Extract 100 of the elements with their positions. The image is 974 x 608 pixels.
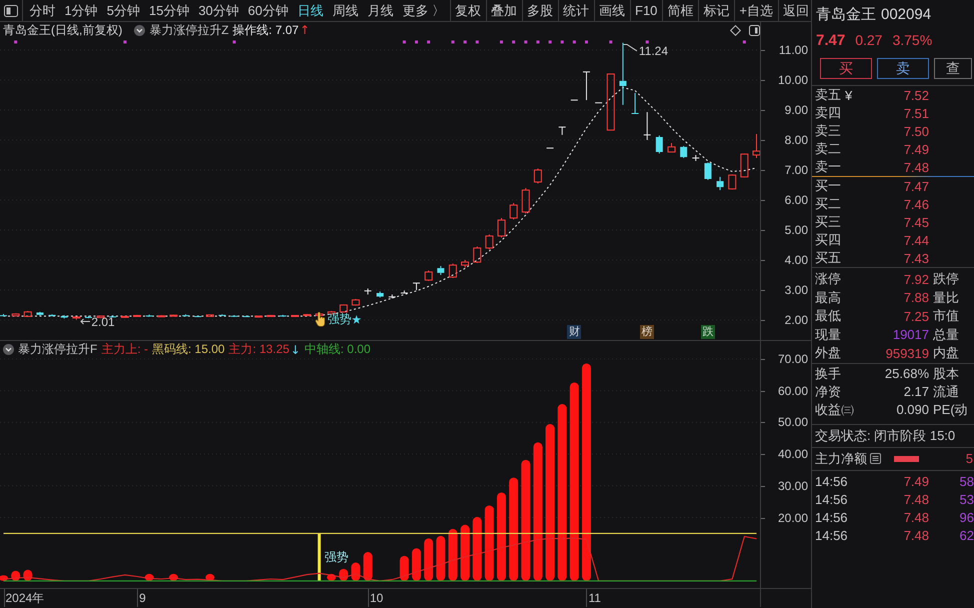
period-tab[interactable]: 日线 — [292, 0, 328, 21]
tick-time: 14:56 — [815, 474, 849, 489]
period-tab[interactable]: 5分钟 — [102, 0, 144, 21]
stat-value: 0.090 — [895, 402, 930, 417]
indicator-axis-label: 50.00 — [778, 415, 808, 430]
indicator-bar — [424, 538, 434, 581]
stat-label: PE(动 — [932, 400, 969, 418]
tick-price: 7.48 — [902, 510, 930, 525]
buy-button[interactable]: 买 — [820, 58, 872, 79]
bid-price: 7.43 — [902, 250, 930, 266]
period-tab[interactable]: 1分钟 — [60, 0, 102, 21]
ask-price: 7.49 — [902, 142, 930, 156]
tick-price: 7.48 — [902, 528, 930, 543]
toolbar-button[interactable]: 返回 — [778, 0, 814, 21]
toolbar-button[interactable]: 复权 — [450, 0, 486, 21]
stat-label: 量比 — [932, 288, 960, 307]
ask-level-label: 卖四 — [815, 104, 841, 122]
indicator-bar — [23, 570, 32, 581]
tick-volume: 58 — [958, 474, 974, 489]
toolbar-button[interactable]: +自选 — [734, 0, 778, 21]
stat-label: 总量 — [932, 326, 960, 344]
list-icon[interactable] — [870, 453, 881, 464]
chevron-down-icon[interactable] — [3, 344, 14, 355]
toolbar-button[interactable]: 多股 — [522, 0, 558, 21]
indicator-axis-label: 70.00 — [778, 352, 808, 366]
indicator-axis-label: 40.00 — [778, 447, 808, 462]
query-button[interactable]: 查 — [934, 58, 972, 79]
price-axis-label: 11.00 — [778, 42, 808, 57]
indicator-name: 暴力涨停拉升F — [18, 341, 98, 358]
chevron-down-icon[interactable] — [134, 24, 146, 36]
bid-price: 7.44 — [902, 232, 930, 248]
indicator-bar — [472, 516, 482, 581]
event-tag[interactable]: 榜 — [640, 325, 654, 339]
toolbar-button[interactable]: F10 — [630, 0, 662, 21]
period-tab[interactable]: 月线 — [362, 0, 398, 21]
event-tag[interactable]: 财 — [567, 325, 582, 339]
period-tab[interactable]: 15分钟 — [144, 0, 194, 21]
indicator-bar — [0, 575, 8, 581]
stat-value: 25.68% — [884, 366, 930, 381]
trade-status: 交易状态: 闭市阶段 15:0 — [815, 426, 956, 444]
sidebar-toggle-icon[interactable] — [4, 4, 18, 16]
stat-label: 最高 — [815, 288, 842, 307]
chart-title: 青岛金王(日线,前复权) — [3, 22, 122, 38]
toolbar-button[interactable]: 画线 — [594, 0, 630, 21]
tick-volume: 96 — [958, 510, 974, 525]
indicator-axis-label: 60.00 — [778, 384, 808, 398]
price-axis-label: 5.00 — [784, 222, 808, 237]
stat-value: 7.25 — [902, 308, 930, 324]
toolbar-button[interactable]: 统计 — [558, 0, 594, 21]
more-menu-button[interactable]: 更多 〉 — [398, 0, 450, 21]
stat-label: 涨停 — [815, 270, 842, 288]
toolbar-button[interactable]: 标记 — [698, 0, 734, 21]
period-tab[interactable]: 30分钟 — [194, 0, 244, 21]
ask-price: 7.52 — [902, 88, 930, 102]
period-tab[interactable]: 60分钟 — [243, 0, 293, 21]
bid-level-label: 买四 — [815, 231, 842, 249]
last-price: 7.47 — [816, 32, 846, 48]
ask-level-label: 卖五 — [815, 86, 841, 104]
change-percent: 3.75% — [892, 32, 932, 48]
stat-label: 净资 — [815, 382, 842, 400]
price-axis-label: 10.00 — [778, 72, 808, 87]
period-tab[interactable]: 分时 — [25, 0, 60, 21]
tick-price: 7.48 — [902, 492, 930, 507]
signal-bar — [318, 533, 321, 581]
stock-code: 002094 — [881, 6, 932, 23]
indicator-bar — [460, 524, 470, 581]
indicator-bar — [436, 536, 446, 581]
bid-price: 7.47 — [902, 178, 930, 194]
toolbar-button[interactable]: 叠加 — [486, 0, 522, 21]
stat-label: 现量 — [815, 326, 842, 344]
price-axis-label: 9.00 — [784, 102, 808, 117]
stat-value: 2.17 — [902, 384, 930, 399]
stock-name: 青岛金王 — [816, 5, 876, 24]
tick-price: 7.49 — [902, 474, 930, 489]
indicator-axis-label: 30.00 — [778, 478, 808, 493]
price-axis-label: 7.00 — [784, 162, 808, 177]
indicator-bar — [339, 568, 348, 581]
period-tab[interactable]: 周线 — [328, 0, 363, 21]
indicator-bar — [448, 528, 458, 581]
bid-level-label: 买三 — [815, 213, 842, 231]
ask-price: 7.48 — [902, 160, 930, 174]
event-tag[interactable]: 跌 — [700, 325, 715, 339]
stat-label: 跌停 — [932, 270, 960, 288]
diamond-icon[interactable] — [730, 24, 741, 36]
ask-price: 7.50 — [902, 124, 930, 138]
panel-layout-icon[interactable] — [749, 24, 760, 36]
tick-time: 14:56 — [815, 492, 849, 507]
indicator-bar — [351, 562, 360, 581]
legend-value: 中轴线: 0.00 — [304, 341, 371, 358]
stat-label: 市值 — [932, 307, 960, 326]
price-axis-label: 6.00 — [784, 192, 808, 207]
yen-sign[interactable]: ¥ — [845, 88, 852, 102]
signal-label: 强势 — [327, 312, 352, 326]
legend-value: 黑码线: 15.00 — [152, 341, 225, 358]
toolbar-button[interactable]: 简框 — [662, 0, 698, 21]
net-amount-value: 5 — [966, 451, 974, 466]
date-axis-label: 10 — [370, 590, 384, 606]
sell-button[interactable]: 卖 — [877, 58, 929, 79]
price-axis-label: 8.00 — [784, 132, 808, 147]
legend-value: 操作线: 7.07 — [232, 22, 299, 38]
